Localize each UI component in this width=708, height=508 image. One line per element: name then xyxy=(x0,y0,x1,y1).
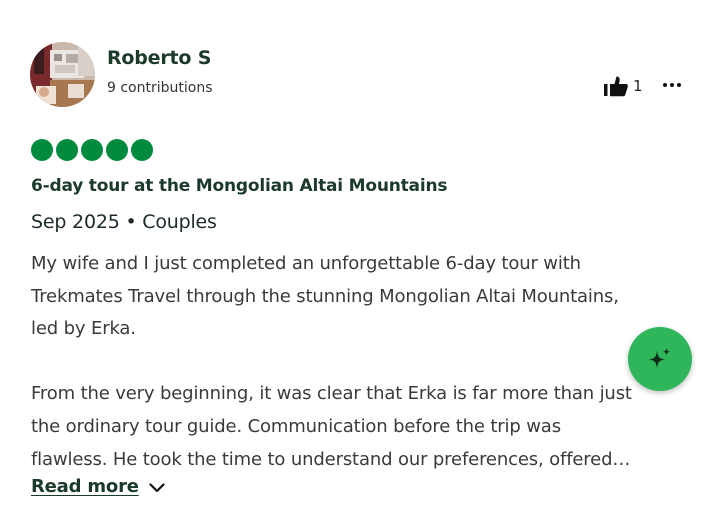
rating-bubble-filled xyxy=(56,139,78,161)
author-name[interactable]: Roberto S xyxy=(107,47,211,69)
rating-bubbles xyxy=(31,139,153,161)
chevron-down-icon xyxy=(149,482,165,492)
review-text-line: From the very beginning, it was clear th… xyxy=(31,383,632,405)
rating-bubble-filled xyxy=(81,139,103,161)
avatar[interactable] xyxy=(30,42,95,107)
review-text-line: the ordinary tour guide. Communication b… xyxy=(31,415,561,437)
review-text-line: flawless. He took the time to understand… xyxy=(31,448,631,470)
avatar-photo xyxy=(30,42,95,107)
review-title[interactable]: 6-day tour at the Mongolian Altai Mounta… xyxy=(31,176,447,196)
rating-bubble-filled xyxy=(106,139,128,161)
review-text-line: Trekmates Travel through the stunning Mo… xyxy=(31,285,619,307)
more-options-icon[interactable] xyxy=(660,74,684,96)
helpful-count: 1 xyxy=(633,77,643,95)
contributions-count: 9 contributions xyxy=(107,80,213,96)
read-more-button[interactable]: Read more xyxy=(31,476,165,497)
rating-bubble-filled xyxy=(131,139,153,161)
review-card: Roberto S 9 contributions 1 6-day tour a… xyxy=(0,0,708,508)
ai-assistant-button[interactable] xyxy=(628,327,692,391)
review-text-line: led by Erka. xyxy=(31,318,136,340)
read-more-label: Read more xyxy=(31,476,139,497)
helpful-vote-button[interactable]: 1 xyxy=(603,74,643,98)
visit-info: Sep 2025 • Couples xyxy=(31,211,217,233)
review-text-line: My wife and I just completed an unforget… xyxy=(31,253,581,274)
rating-bubble-filled xyxy=(31,139,53,161)
review-body: My wife and I just completed an unforget… xyxy=(31,248,691,476)
sparkle-icon xyxy=(649,348,670,368)
thumbs-up-icon xyxy=(604,76,628,97)
